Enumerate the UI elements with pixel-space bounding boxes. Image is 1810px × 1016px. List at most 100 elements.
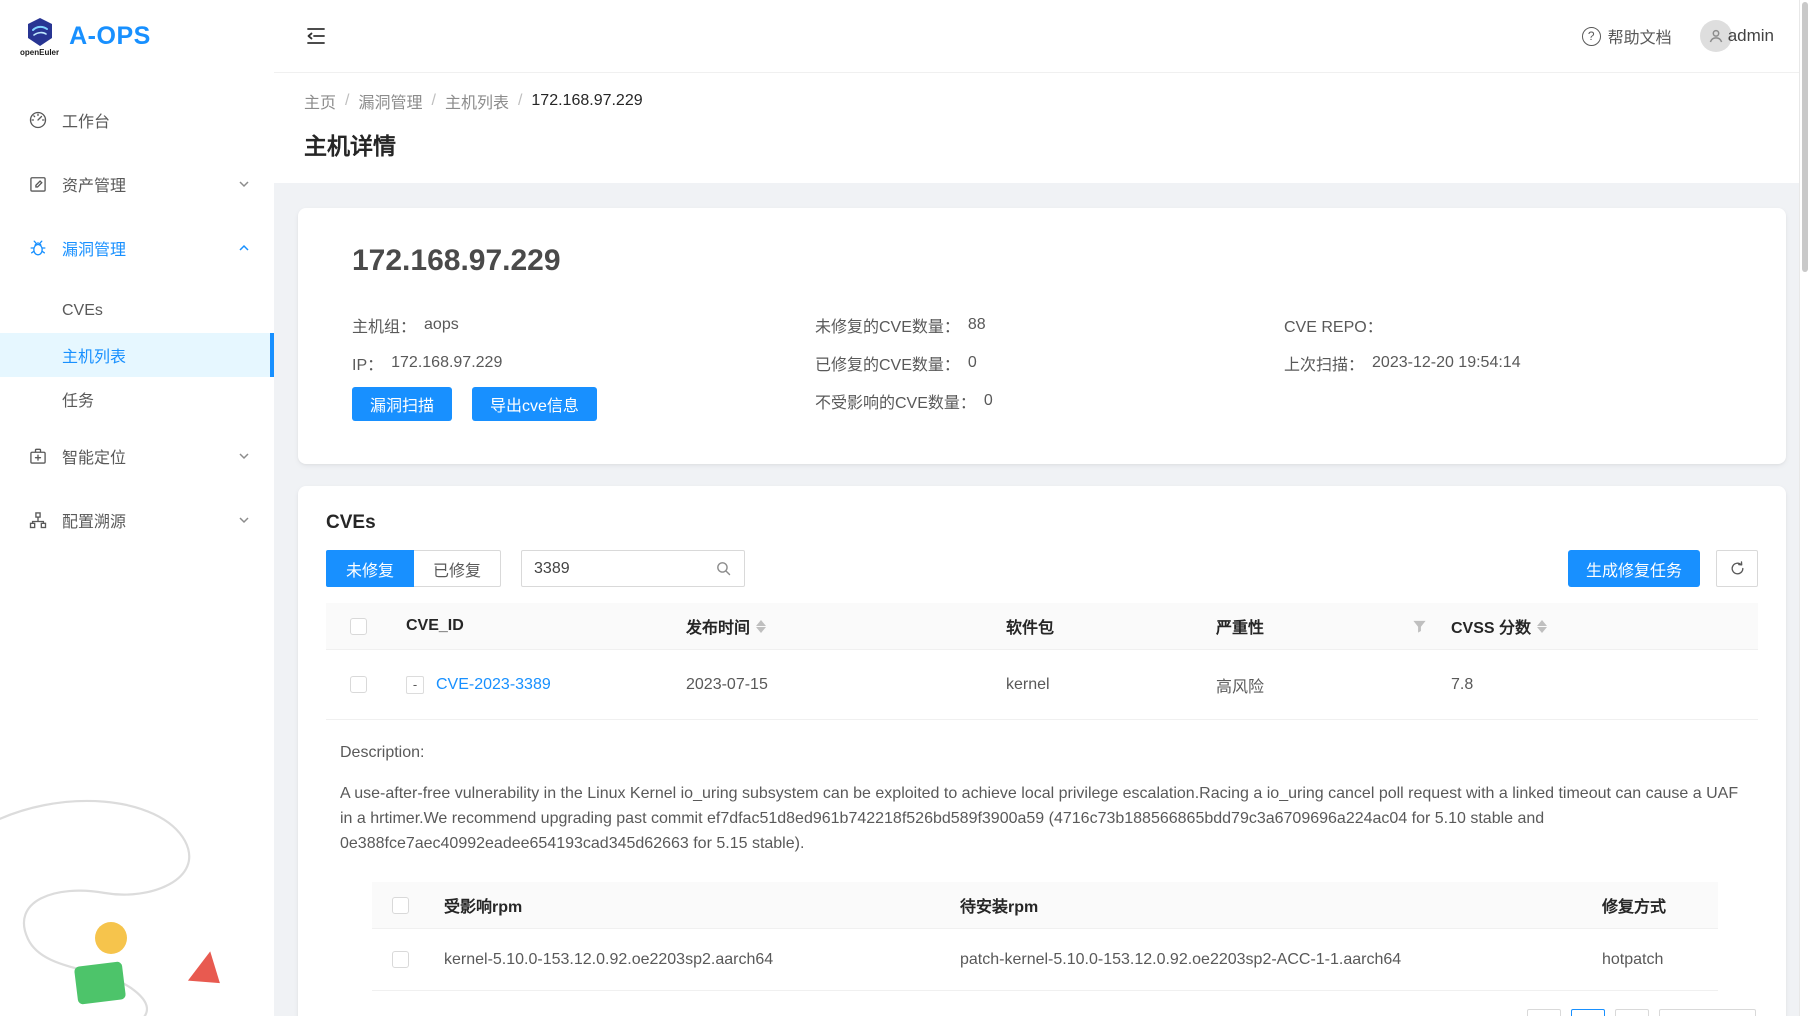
export-cve-button[interactable]: 导出cve信息	[472, 387, 597, 421]
unaffected-cve-label: 不受影响的CVE数量：	[815, 389, 976, 413]
fix-way-value: hotpatch	[1586, 951, 1718, 969]
caret-up-icon	[1537, 620, 1547, 626]
cve-expanded-detail: Description: A use-after-free vulnerabil…	[326, 720, 1758, 991]
collapse-row-button[interactable]: -	[406, 676, 424, 694]
openeuler-logo-icon	[25, 17, 55, 47]
vuln-scan-button[interactable]: 漏洞扫描	[352, 387, 452, 421]
app-title: A-OPS	[69, 22, 151, 51]
col-header-cve-id: CVE_ID	[390, 617, 670, 635]
help-doc-link[interactable]: ? 帮助文档	[1582, 24, 1672, 48]
breadcrumb-hosts[interactable]: 主机列表	[445, 89, 509, 113]
cve-list-card: CVEs 未修复 已修复 生成修复任务	[298, 486, 1786, 1016]
caret-down-icon	[1537, 627, 1547, 633]
topbar: ? 帮助文档 admin	[274, 0, 1810, 73]
sidebar-item-config-trace[interactable]: 配置溯源	[0, 497, 274, 543]
generate-fix-task-button[interactable]: 生成修复任务	[1568, 550, 1700, 587]
breadcrumb-separator: /	[518, 92, 522, 110]
host-ip-label: IP：	[352, 351, 383, 375]
sidebar-subitem-label: CVEs	[62, 302, 103, 320]
host-ip-title: 172.168.97.229	[352, 244, 1732, 278]
rpm-table: 受影响rpm 待安装rpm 修复方式 kernel-5.10.0-153.12.…	[372, 882, 1718, 991]
page-size-select[interactable]: 10 条/页	[1659, 1009, 1756, 1016]
doodle-triangle	[188, 949, 224, 985]
user-menu[interactable]: admin	[1700, 20, 1774, 52]
sidebar-item-label: 智能定位	[62, 444, 238, 468]
sidebar-item-label: 资产管理	[62, 172, 238, 196]
chevron-down-icon	[238, 514, 250, 526]
tab-fixed[interactable]: 已修复	[414, 550, 501, 587]
last-scan-label: 上次扫描：	[1284, 351, 1364, 375]
col-header-package: 软件包	[990, 614, 1200, 638]
sidebar-item-workbench[interactable]: 工作台	[0, 97, 274, 143]
cve-cvss-score: 7.8	[1435, 676, 1758, 694]
sidebar-menu: 工作台 资产管理 漏洞管理 CVEs 主机列表	[0, 73, 274, 543]
sidebar-subitem-host-list[interactable]: 主机列表	[0, 333, 274, 377]
cve-table: CVE_ID 发布时间 软件包 严重性	[326, 603, 1758, 991]
breadcrumb-separator: /	[431, 92, 435, 110]
menu-fold-icon[interactable]	[304, 24, 328, 48]
pagination-prev-button[interactable]	[1527, 1009, 1561, 1016]
col-header-cvss: CVSS 分数	[1451, 614, 1531, 638]
breadcrumb-separator: /	[345, 92, 349, 110]
sidebar-subitem-label: 主机列表	[62, 343, 126, 367]
page-header: 主页 / 漏洞管理 / 主机列表 / 172.168.97.229 主机详情	[274, 73, 1810, 183]
main-area: ? 帮助文档 admin 主页 / 漏洞管理 /	[274, 0, 1810, 1016]
col-header-fix-way: 修复方式	[1586, 893, 1718, 917]
cve-search-input[interactable]	[534, 560, 715, 578]
page-scrollbar[interactable]	[1799, 0, 1810, 1016]
cve-section-title: CVEs	[326, 512, 1758, 534]
bug-icon	[28, 238, 48, 258]
help-doc-label: 帮助文档	[1608, 24, 1672, 48]
fixed-cve-count: 0	[968, 354, 977, 372]
sidebar-item-label: 工作台	[62, 108, 250, 132]
pagination-next-button[interactable]	[1615, 1009, 1649, 1016]
pagination-page-1[interactable]: 1	[1571, 1009, 1605, 1016]
rpm-select-all-checkbox[interactable]	[392, 897, 409, 914]
cve-controls: 未修复 已修复 生成修复任务	[326, 550, 1758, 587]
sort-cvss-control[interactable]	[1537, 620, 1547, 633]
host-ip-value: 172.168.97.229	[391, 354, 502, 372]
row-checkbox[interactable]	[350, 676, 367, 693]
sidebar-subitem-cves[interactable]: CVEs	[0, 289, 274, 333]
chevron-down-icon	[238, 450, 250, 462]
doodle-circle	[95, 922, 127, 954]
scrollbar-thumb[interactable]	[1802, 2, 1808, 272]
breadcrumb-vuln[interactable]: 漏洞管理	[358, 89, 422, 113]
cve-search-box	[521, 550, 745, 587]
sort-date-control[interactable]	[756, 620, 766, 633]
openeuler-logo: openEuler	[20, 17, 59, 57]
filter-icon[interactable]	[1412, 619, 1427, 634]
sidebar-item-vulnerability[interactable]: 漏洞管理	[0, 225, 274, 271]
rpm-table-row: kernel-5.10.0-153.12.0.92.oe2203sp2.aarc…	[372, 929, 1718, 991]
cve-repo-label: CVE REPO：	[1284, 313, 1383, 337]
last-scan-value: 2023-12-20 19:54:14	[1372, 354, 1521, 372]
chevron-down-icon	[238, 178, 250, 190]
sidebar-item-assets[interactable]: 资产管理	[0, 161, 274, 207]
rpm-row-checkbox[interactable]	[392, 951, 409, 968]
cve-id-link[interactable]: CVE-2023-3389	[436, 676, 551, 694]
breadcrumb: 主页 / 漏洞管理 / 主机列表 / 172.168.97.229	[304, 89, 1780, 113]
sidebar-subitem-tasks[interactable]: 任务	[0, 377, 274, 421]
doodle-square	[74, 961, 126, 1005]
host-group-value: aops	[424, 316, 459, 334]
refresh-button[interactable]	[1716, 550, 1758, 587]
brand-area[interactable]: openEuler A-OPS	[0, 0, 274, 73]
breadcrumb-home[interactable]: 主页	[304, 89, 336, 113]
reload-icon	[1729, 560, 1746, 577]
col-header-to-install-rpm: 待安装rpm	[944, 893, 1586, 917]
description-label: Description:	[340, 744, 1744, 762]
user-icon	[1707, 27, 1725, 45]
cve-table-row: - CVE-2023-3389 2023-07-15 kernel 高风险 7.…	[326, 650, 1758, 720]
tab-unfixed[interactable]: 未修复	[326, 550, 414, 587]
select-all-checkbox[interactable]	[350, 618, 367, 635]
page-content: 172.168.97.229 主机组： aops IP： 172.168.97.…	[274, 183, 1810, 1016]
username: admin	[1728, 26, 1774, 46]
search-icon[interactable]	[715, 560, 732, 577]
to-install-rpm-value: patch-kernel-5.10.0-153.12.0.92.oe2203sp…	[944, 951, 1586, 969]
sidebar-item-smart-locate[interactable]: 智能定位	[0, 433, 274, 479]
unaffected-cve-count: 0	[984, 392, 993, 410]
apartment-icon	[28, 510, 48, 530]
rpm-table-header: 受影响rpm 待安装rpm 修复方式	[372, 882, 1718, 929]
cve-table-header: CVE_ID 发布时间 软件包 严重性	[326, 603, 1758, 650]
decorative-doodle	[0, 781, 250, 1016]
